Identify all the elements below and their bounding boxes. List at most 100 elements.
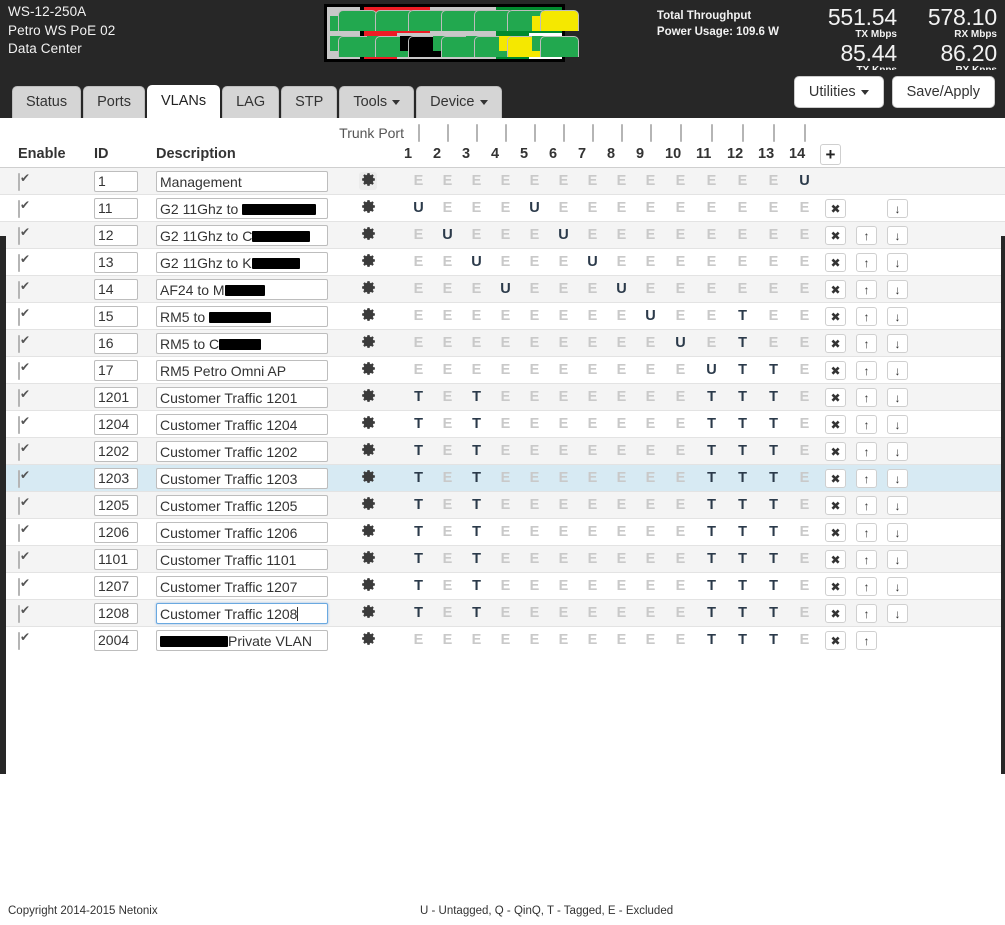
vlan-description-input[interactable]: Customer Traffic 1205 xyxy=(156,494,328,516)
vlan-id-input[interactable] xyxy=(94,494,138,516)
trunk-checkbox-cell-13[interactable] xyxy=(758,118,789,142)
trunk-port-checkbox-10[interactable] xyxy=(679,124,682,142)
vlan-id-cell[interactable] xyxy=(94,491,144,519)
vlan-settings-cell[interactable] xyxy=(332,626,404,654)
port-membership-5[interactable]: E xyxy=(520,275,549,303)
port-membership-2[interactable]: E xyxy=(433,302,462,330)
port-membership-10[interactable]: E xyxy=(665,356,696,384)
enable-checkbox-1204[interactable] xyxy=(18,415,20,434)
vlan-description-cell[interactable]: Customer Traffic 1202 xyxy=(156,437,332,465)
gear-icon[interactable] xyxy=(359,469,377,487)
port-membership-5[interactable]: E xyxy=(520,491,549,519)
vlan-id-cell[interactable] xyxy=(94,275,144,303)
move-up-button[interactable]: ↑ xyxy=(856,360,877,380)
port-membership-5[interactable]: E xyxy=(520,599,549,627)
vlan-description-cell[interactable]: Customer Traffic 1204 xyxy=(156,410,332,438)
vlan-id-input[interactable] xyxy=(94,575,138,597)
port-membership-4[interactable]: E xyxy=(491,626,520,654)
vlan-settings-cell[interactable] xyxy=(332,545,404,573)
port-membership-6[interactable]: E xyxy=(549,545,578,573)
port-membership-9[interactable]: E xyxy=(636,410,665,438)
move-down-cell[interactable]: ↓ xyxy=(882,491,913,519)
vlan-settings-cell[interactable] xyxy=(332,518,404,546)
port-membership-2[interactable]: E xyxy=(433,437,462,465)
remove-vlan-button[interactable]: ✖ xyxy=(825,306,846,326)
move-up-button[interactable]: ↑ xyxy=(856,630,877,650)
port-membership-4[interactable]: E xyxy=(491,545,520,573)
vlan-description-input[interactable]: G2 11Ghz to K xyxy=(156,251,328,273)
port-membership-9[interactable]: E xyxy=(636,329,665,357)
move-down-cell[interactable]: ↓ xyxy=(882,383,913,411)
move-down-cell[interactable]: ↓ xyxy=(882,518,913,546)
port-membership-1[interactable]: U xyxy=(404,194,433,222)
enable-cell[interactable] xyxy=(18,518,94,546)
trunk-port-checkbox-5[interactable] xyxy=(533,124,536,142)
trunk-checkbox-cell-8[interactable] xyxy=(607,118,636,142)
enable-checkbox-1207[interactable] xyxy=(18,577,20,596)
port-membership-14[interactable]: E xyxy=(789,572,820,600)
port-membership-9[interactable]: E xyxy=(636,356,665,384)
gear-icon[interactable] xyxy=(359,334,377,352)
port-membership-14[interactable]: E xyxy=(789,545,820,573)
port-membership-9[interactable]: E xyxy=(636,167,665,195)
remove-vlan-cell[interactable]: ✖ xyxy=(820,275,851,303)
remove-vlan-button[interactable]: ✖ xyxy=(825,495,846,515)
enable-cell[interactable] xyxy=(18,464,94,492)
port-membership-14[interactable]: E xyxy=(789,626,820,654)
vlan-description-cell[interactable]: G2 11Ghz to C xyxy=(156,221,332,249)
vlan-settings-cell[interactable] xyxy=(332,302,404,330)
remove-vlan-cell[interactable]: ✖ xyxy=(820,437,851,465)
vlan-description-cell[interactable]: RM5 Petro Omni AP xyxy=(156,356,332,384)
tab-status[interactable]: Status xyxy=(12,86,82,118)
port-membership-5[interactable]: E xyxy=(520,572,549,600)
port-membership-7[interactable]: E xyxy=(578,194,607,222)
port-membership-13[interactable]: E xyxy=(758,302,789,330)
move-down-button[interactable]: ↓ xyxy=(887,603,908,623)
port-membership-7[interactable]: E xyxy=(578,329,607,357)
port-membership-10[interactable]: E xyxy=(665,221,696,249)
port-membership-13[interactable]: E xyxy=(758,248,789,276)
remove-vlan-button[interactable]: ✖ xyxy=(825,549,846,569)
enable-cell[interactable] xyxy=(18,221,94,249)
port-membership-5[interactable]: E xyxy=(520,437,549,465)
vlan-id-cell[interactable] xyxy=(94,464,144,492)
port-membership-3[interactable]: E xyxy=(462,626,491,654)
move-down-cell[interactable]: ↓ xyxy=(882,302,913,330)
enable-checkbox-1208[interactable] xyxy=(18,604,20,623)
vlan-settings-cell[interactable] xyxy=(332,491,404,519)
port-membership-1[interactable]: E xyxy=(404,356,433,384)
port-membership-4[interactable]: E xyxy=(491,167,520,195)
port-membership-10[interactable]: E xyxy=(665,410,696,438)
port-membership-4[interactable]: U xyxy=(491,275,520,303)
move-up-cell[interactable]: ↑ xyxy=(851,491,882,519)
port-membership-1[interactable]: E xyxy=(404,329,433,357)
port-membership-4[interactable]: E xyxy=(491,302,520,330)
port-membership-2[interactable]: E xyxy=(433,464,462,492)
add-vlan-button[interactable]: + xyxy=(820,143,841,165)
trunk-port-checkbox-14[interactable] xyxy=(803,124,806,142)
port-membership-5[interactable]: E xyxy=(520,167,549,195)
port-membership-1[interactable]: T xyxy=(404,464,433,492)
port-membership-9[interactable]: E xyxy=(636,275,665,303)
enable-checkbox-12[interactable] xyxy=(18,226,20,245)
port-membership-5[interactable]: E xyxy=(520,302,549,330)
port-membership-4[interactable]: E xyxy=(491,491,520,519)
port-membership-10[interactable]: E xyxy=(665,491,696,519)
port-membership-11[interactable]: T xyxy=(696,599,727,627)
port-membership-5[interactable]: E xyxy=(520,518,549,546)
vlan-id-cell[interactable] xyxy=(94,518,144,546)
port-membership-9[interactable]: E xyxy=(636,626,665,654)
port-membership-13[interactable]: E xyxy=(758,167,789,195)
enable-cell[interactable] xyxy=(18,167,94,195)
trunk-port-checkbox-3[interactable] xyxy=(475,124,478,142)
port-membership-11[interactable]: T xyxy=(696,383,727,411)
vlan-id-cell[interactable] xyxy=(94,302,144,330)
port-membership-2[interactable]: E xyxy=(433,518,462,546)
vlan-description-input[interactable]: RM5 to C xyxy=(156,332,328,354)
port-membership-7[interactable]: E xyxy=(578,518,607,546)
remove-vlan-cell[interactable]: ✖ xyxy=(820,383,851,411)
port-membership-13[interactable]: T xyxy=(758,464,789,492)
gear-icon[interactable] xyxy=(359,415,377,433)
vlan-description-input[interactable]: Private VLAN xyxy=(156,629,328,651)
vlan-id-input[interactable] xyxy=(94,521,138,543)
